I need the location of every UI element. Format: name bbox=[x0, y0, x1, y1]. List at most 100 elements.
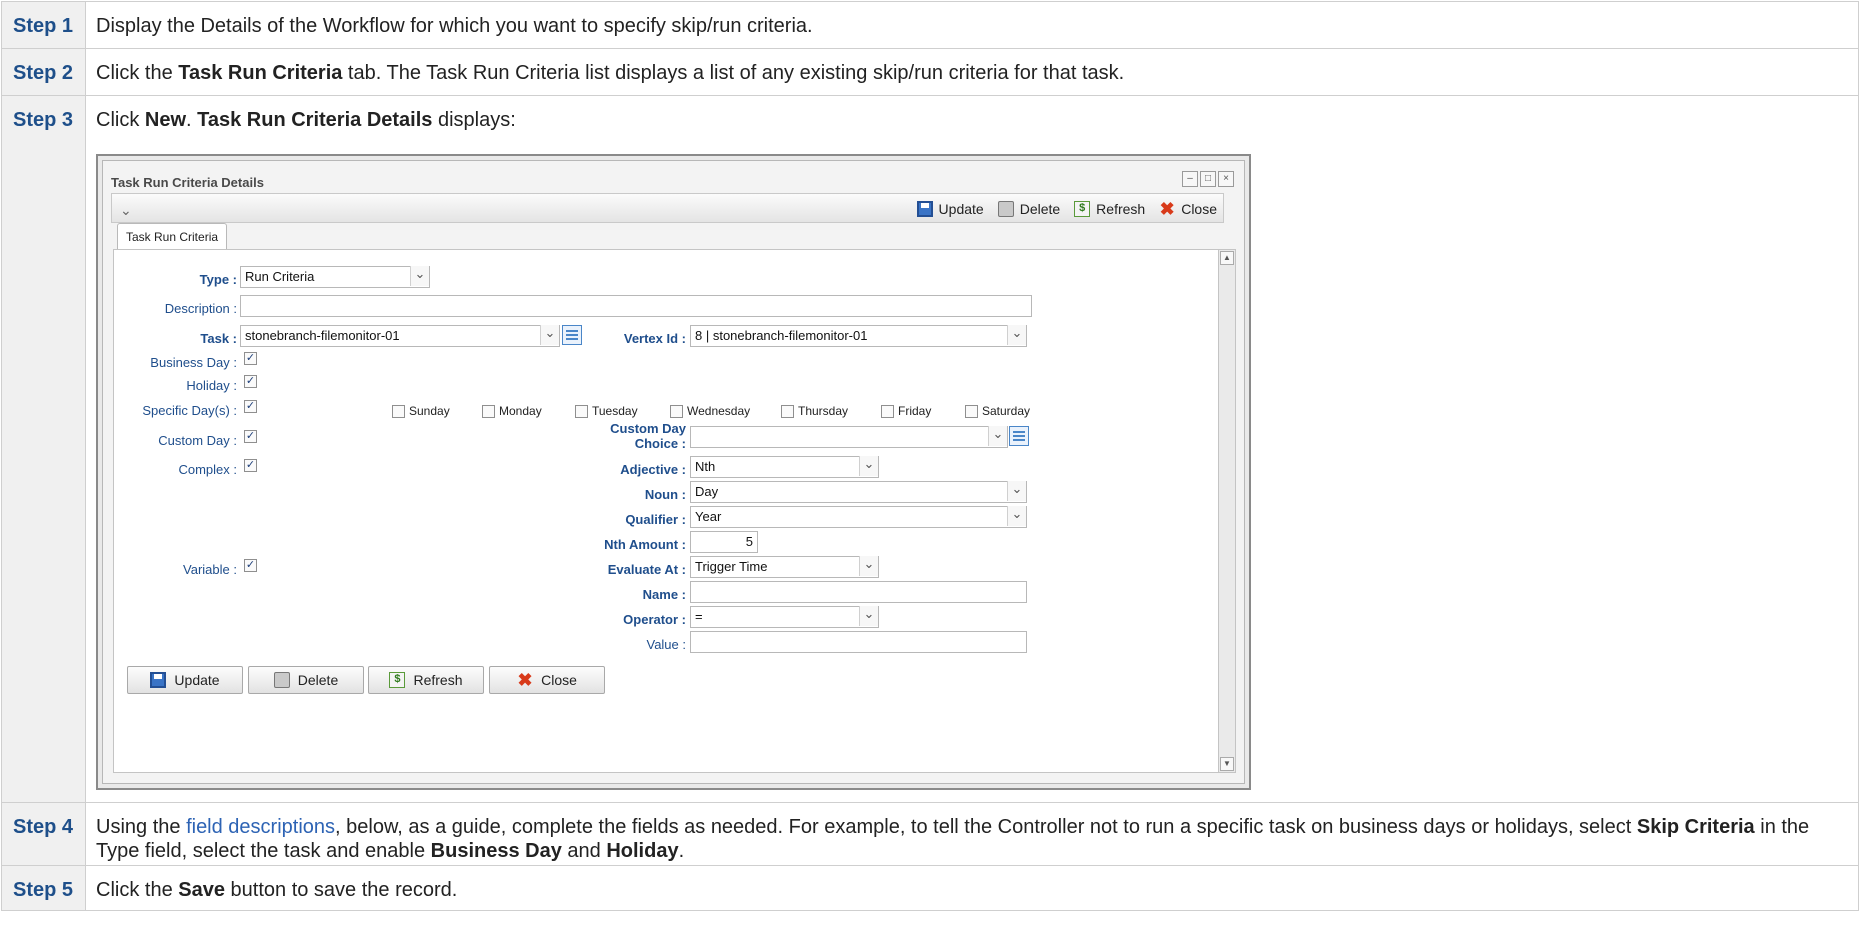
day-wednesday[interactable]: Wednesday bbox=[670, 399, 750, 423]
day-thursday[interactable]: Thursday bbox=[781, 399, 848, 423]
step-text: Click New. Task Run Criteria Details dis… bbox=[85, 95, 1859, 803]
field-descriptions-link[interactable]: field descriptions bbox=[186, 816, 335, 838]
step-row-3: Step 3 Click New. Task Run Criteria Deta… bbox=[1, 95, 1859, 803]
custom-day-checkbox[interactable]: ✓ bbox=[244, 430, 257, 443]
operator-label: Operator : bbox=[623, 612, 686, 627]
toolbar-update-button[interactable]: Update bbox=[916, 197, 984, 221]
custom-day-label: Custom Day : bbox=[158, 433, 237, 448]
collapse-chevron-icon[interactable]: ⌄ bbox=[120, 198, 132, 222]
specific-days-checkbox[interactable]: ✓ bbox=[244, 400, 257, 413]
day-checkbox[interactable] bbox=[881, 404, 894, 418]
day-saturday[interactable]: Saturday bbox=[965, 399, 1030, 423]
close-x-icon: ✖ bbox=[517, 670, 533, 690]
minimize-icon[interactable]: – bbox=[1182, 171, 1198, 187]
step-row-5: Step 5 Click the Save button to save the… bbox=[1, 865, 1859, 911]
delete-icon bbox=[273, 672, 290, 688]
window-controls: – □ × bbox=[1182, 171, 1234, 187]
task-select[interactable]: stonebranch-filemonitor-01 bbox=[240, 325, 560, 347]
window-title: Task Run Criteria Details bbox=[111, 175, 264, 190]
close-x-icon: ✖ bbox=[1159, 199, 1175, 219]
type-label: Type : bbox=[199, 272, 237, 287]
step-text: Using the field descriptions, below, as … bbox=[85, 802, 1859, 866]
day-checkbox[interactable] bbox=[670, 404, 683, 418]
step-text: Display the Details of the Workflow for … bbox=[85, 1, 1859, 49]
step-text: Click the Task Run Criteria tab. The Tas… bbox=[85, 48, 1859, 96]
step-label: Step 1 bbox=[1, 1, 86, 49]
qualifier-select[interactable]: Year bbox=[690, 506, 1027, 528]
toolbar-delete-button[interactable]: Delete bbox=[997, 197, 1060, 221]
toolbar-refresh-button[interactable]: $ Refresh bbox=[1074, 197, 1145, 221]
variable-label: Variable : bbox=[183, 562, 237, 577]
close-button[interactable]: ✖ Close bbox=[489, 666, 605, 694]
step-row-4: Step 4 Using the field descriptions, bel… bbox=[1, 802, 1859, 866]
step-row-1: Step 1 Display the Details of the Workfl… bbox=[1, 1, 1859, 49]
value-input[interactable] bbox=[690, 631, 1027, 653]
step-label: Step 2 bbox=[1, 48, 86, 96]
steps-table: Step 1 Display the Details of the Workfl… bbox=[1, 1, 1859, 911]
noun-label: Noun : bbox=[644, 487, 686, 502]
maximize-icon[interactable]: □ bbox=[1200, 171, 1216, 187]
qualifier-label: Qualifier : bbox=[625, 512, 686, 527]
operator-select[interactable]: = bbox=[690, 606, 879, 628]
day-checkbox[interactable] bbox=[965, 404, 978, 418]
specific-days-label: Specific Day(s) : bbox=[142, 403, 237, 418]
noun-select[interactable]: Day bbox=[690, 481, 1027, 503]
delete-button[interactable]: Delete bbox=[248, 666, 364, 694]
vertical-scrollbar[interactable]: ▲ ▼ bbox=[1218, 249, 1236, 773]
description-input[interactable] bbox=[240, 295, 1032, 317]
refresh-icon: $ bbox=[389, 672, 406, 688]
task-label: Task : bbox=[200, 331, 237, 346]
evaluate-at-select[interactable]: Trigger Time bbox=[690, 556, 879, 578]
business-day-checkbox[interactable]: ✓ bbox=[244, 352, 257, 365]
vertex-id-select[interactable]: 8 | stonebranch-filemonitor-01 bbox=[690, 325, 1027, 347]
day-checkbox[interactable] bbox=[575, 404, 588, 418]
close-icon[interactable]: × bbox=[1218, 171, 1234, 187]
step-label: Step 3 bbox=[1, 95, 86, 803]
update-button[interactable]: Update bbox=[127, 666, 243, 694]
business-day-label: Business Day : bbox=[150, 355, 237, 370]
step-label: Step 4 bbox=[1, 802, 86, 866]
nth-amount-label: Nth Amount : bbox=[604, 537, 686, 552]
adjective-label: Adjective : bbox=[620, 462, 686, 477]
task-lookup-icon[interactable] bbox=[562, 325, 582, 345]
form-panel: Type : Run Criteria Description : Task :… bbox=[113, 249, 1222, 773]
delete-icon bbox=[997, 201, 1014, 217]
holiday-label: Holiday : bbox=[186, 378, 237, 393]
name-input[interactable] bbox=[690, 581, 1027, 603]
scroll-down-icon[interactable]: ▼ bbox=[1220, 757, 1234, 771]
day-monday[interactable]: Monday bbox=[482, 399, 542, 423]
step-text: Click the Save button to save the record… bbox=[85, 865, 1859, 911]
day-checkbox[interactable] bbox=[781, 404, 794, 418]
vertex-id-label: Vertex Id : bbox=[623, 331, 686, 346]
nth-amount-input[interactable]: 5 bbox=[690, 531, 758, 553]
task-run-criteria-window: Task Run Criteria Details – □ × ⌄ Update… bbox=[96, 154, 1251, 790]
description-label: Description : bbox=[164, 301, 237, 316]
custom-day-choice-label: Custom Day Choice : bbox=[610, 421, 686, 451]
step-label: Step 5 bbox=[1, 865, 86, 911]
day-checkbox[interactable] bbox=[392, 404, 405, 418]
variable-checkbox[interactable]: ✓ bbox=[244, 559, 257, 572]
adjective-select[interactable]: Nth bbox=[690, 456, 879, 478]
complex-checkbox[interactable]: ✓ bbox=[244, 459, 257, 472]
day-checkbox[interactable] bbox=[482, 404, 495, 418]
save-icon bbox=[916, 201, 933, 217]
tab-task-run-criteria[interactable]: Task Run Criteria bbox=[117, 223, 228, 250]
complex-label: Complex : bbox=[178, 462, 237, 477]
name-label: Name : bbox=[642, 587, 686, 602]
custom-day-lookup-icon[interactable] bbox=[1009, 426, 1029, 446]
custom-day-choice-select[interactable] bbox=[690, 426, 1008, 448]
day-sunday[interactable]: Sunday bbox=[392, 399, 450, 423]
refresh-button[interactable]: $ Refresh bbox=[368, 666, 484, 694]
value-label: Value : bbox=[646, 637, 686, 652]
type-select[interactable]: Run Criteria bbox=[240, 266, 430, 288]
refresh-icon: $ bbox=[1074, 201, 1091, 217]
step-row-2: Step 2 Click the Task Run Criteria tab. … bbox=[1, 48, 1859, 96]
scroll-up-icon[interactable]: ▲ bbox=[1220, 251, 1234, 265]
evaluate-at-label: Evaluate At : bbox=[607, 562, 686, 577]
day-tuesday[interactable]: Tuesday bbox=[575, 399, 638, 423]
save-icon bbox=[150, 672, 167, 688]
day-friday[interactable]: Friday bbox=[881, 399, 931, 423]
holiday-checkbox[interactable]: ✓ bbox=[244, 375, 257, 388]
toolbar-close-button[interactable]: ✖ Close bbox=[1159, 197, 1217, 221]
toolbar: ⌄ Update Delete $ Refresh ✖ Close bbox=[111, 193, 1224, 223]
